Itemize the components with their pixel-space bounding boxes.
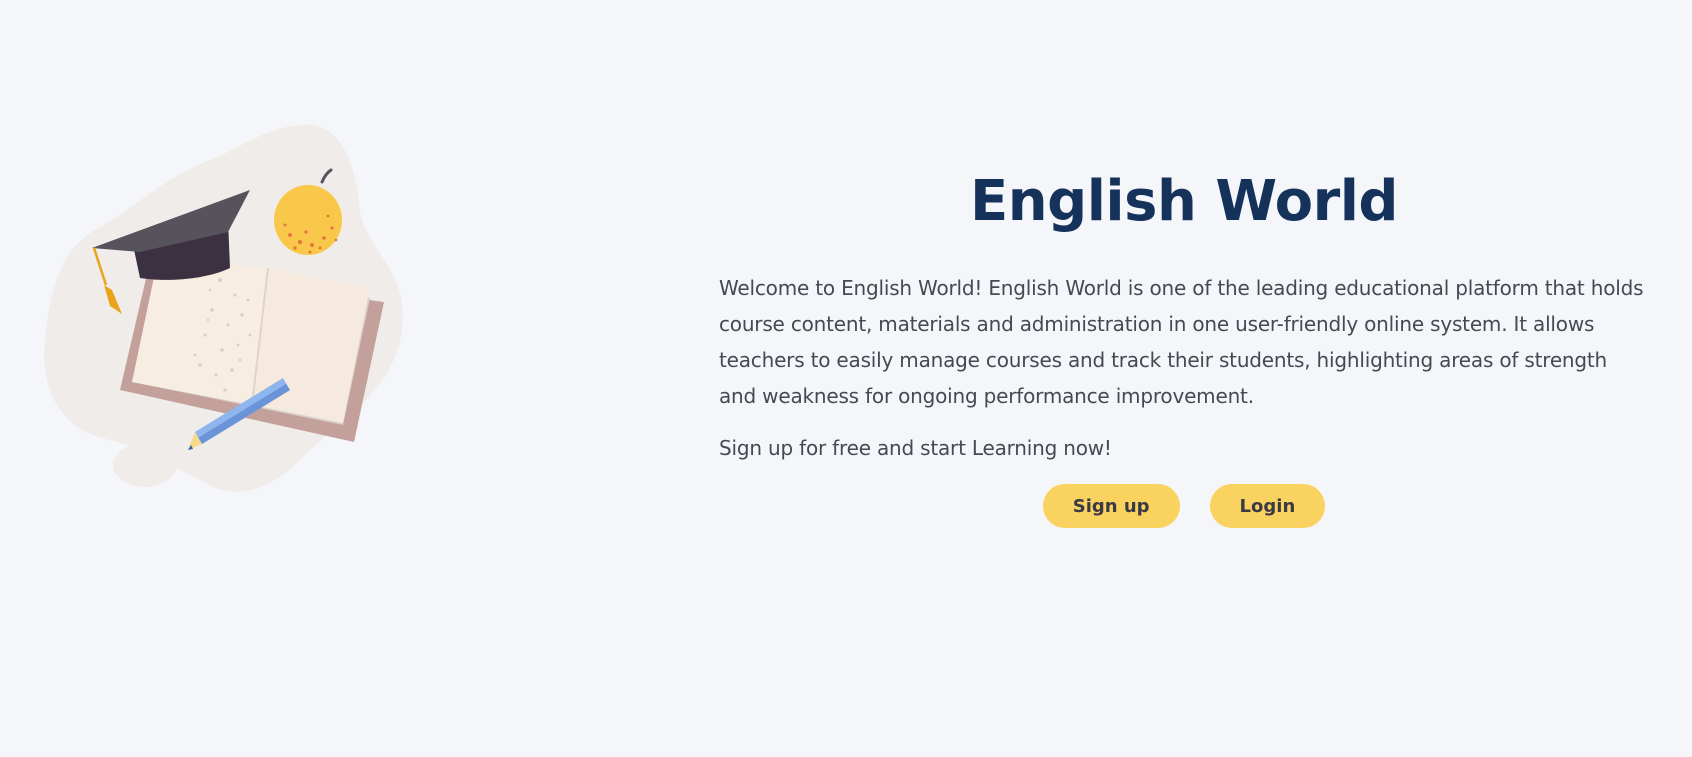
page-title: English World xyxy=(970,169,1398,234)
signup-prompt: Sign up for free and start Learning now! xyxy=(719,436,1112,460)
action-buttons: Sign up Login xyxy=(719,484,1649,528)
login-button[interactable]: Login xyxy=(1209,484,1326,528)
hero-description: Welcome to English World! English World … xyxy=(719,276,1644,408)
education-illustration xyxy=(40,120,440,540)
hero-content: English World Welcome to English World! … xyxy=(719,160,1649,528)
signup-button[interactable]: Sign up xyxy=(1042,484,1180,528)
